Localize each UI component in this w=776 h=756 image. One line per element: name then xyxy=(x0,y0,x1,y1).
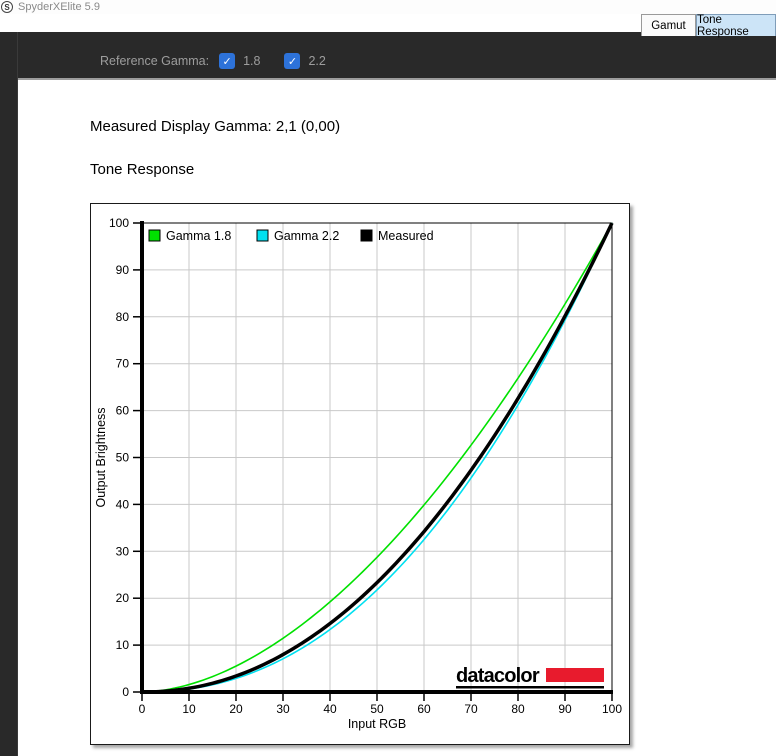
y-tick-label: 70 xyxy=(116,357,130,371)
x-tick-label: 60 xyxy=(417,702,431,716)
tab-gamut[interactable]: Gamut xyxy=(641,14,696,36)
legend-label: Gamma 1.8 xyxy=(166,229,231,243)
x-tick-label: 90 xyxy=(558,702,572,716)
tone-response-plot: 0 10 20 30 40 50 60 70 80 90 100 0 10 20 30 40 50 60 70 80 9… xyxy=(94,216,622,731)
x-tick-label: 70 xyxy=(464,702,478,716)
reference-gamma-label: Reference Gamma: xyxy=(100,54,210,68)
x-tick-label: 30 xyxy=(276,702,290,716)
y-tick-label: 40 xyxy=(116,497,130,511)
window-titlebar: S SpyderXElite 5.9 xyxy=(0,0,776,14)
x-tick-label: 100 xyxy=(602,702,622,716)
x-tick-label: 0 xyxy=(139,702,146,716)
datacolor-logo-bar xyxy=(546,668,604,682)
y-tick-label: 50 xyxy=(116,451,130,465)
datacolor-logo-underline xyxy=(456,686,604,689)
x-tick-label: 10 xyxy=(182,702,196,716)
measured-gamma-text: Measured Display Gamma: 2,1 (0,00) xyxy=(90,118,341,135)
checkbox-gamma-2-2[interactable]: ✓ xyxy=(284,53,301,69)
legend-swatch xyxy=(256,229,269,242)
legend-label: Gamma 2.2 xyxy=(274,229,339,243)
tone-response-chart: 0 10 20 30 40 50 60 70 80 90 100 0 10 20 30 40 50 60 70 80 9… xyxy=(90,203,630,745)
y-tick-label: 20 xyxy=(116,591,130,605)
y-tick-label: 80 xyxy=(116,310,130,324)
y-tick-label: 10 xyxy=(116,638,130,652)
app-window: S SpyderXElite 5.9 Gamut Tone Response R… xyxy=(0,0,776,756)
x-tick-label: 40 xyxy=(323,702,337,716)
legend-swatch xyxy=(148,229,161,242)
y-tick-label: 90 xyxy=(116,263,130,277)
y-tick-label: 100 xyxy=(109,216,129,230)
legend-swatch xyxy=(360,229,373,242)
x-axis-label: Input RGB xyxy=(348,717,406,731)
checkbox-gamma-1-8[interactable]: ✓ xyxy=(219,53,236,69)
x-tick-label: 80 xyxy=(511,702,525,716)
reference-gamma-row: Reference Gamma: ✓ 1.8 ✓ 2.2 xyxy=(100,51,350,71)
app-logo-icon: S xyxy=(1,1,13,13)
y-tick-label: 30 xyxy=(116,544,130,558)
checkbox-label-1-8: 1.8 xyxy=(243,54,261,68)
x-tick-label: 50 xyxy=(370,702,384,716)
x-tick-label: 20 xyxy=(229,702,243,716)
content-panel: Measured Display Gamma: 2,1 (0,00) Tone … xyxy=(18,80,776,756)
tab-tone-response[interactable]: Tone Response xyxy=(696,14,776,38)
y-tick-label: 0 xyxy=(122,685,129,699)
legend-label: Measured xyxy=(378,229,434,243)
y-tick-label: 60 xyxy=(116,404,130,418)
checkbox-label-2-2: 2.2 xyxy=(308,54,326,68)
section-title: Tone Response xyxy=(90,161,195,178)
y-axis-label: Output Brightness xyxy=(94,407,108,507)
left-frame xyxy=(0,32,18,756)
datacolor-logo-text: datacolor xyxy=(456,665,540,687)
window-title: SpyderXElite 5.9 xyxy=(18,1,100,13)
